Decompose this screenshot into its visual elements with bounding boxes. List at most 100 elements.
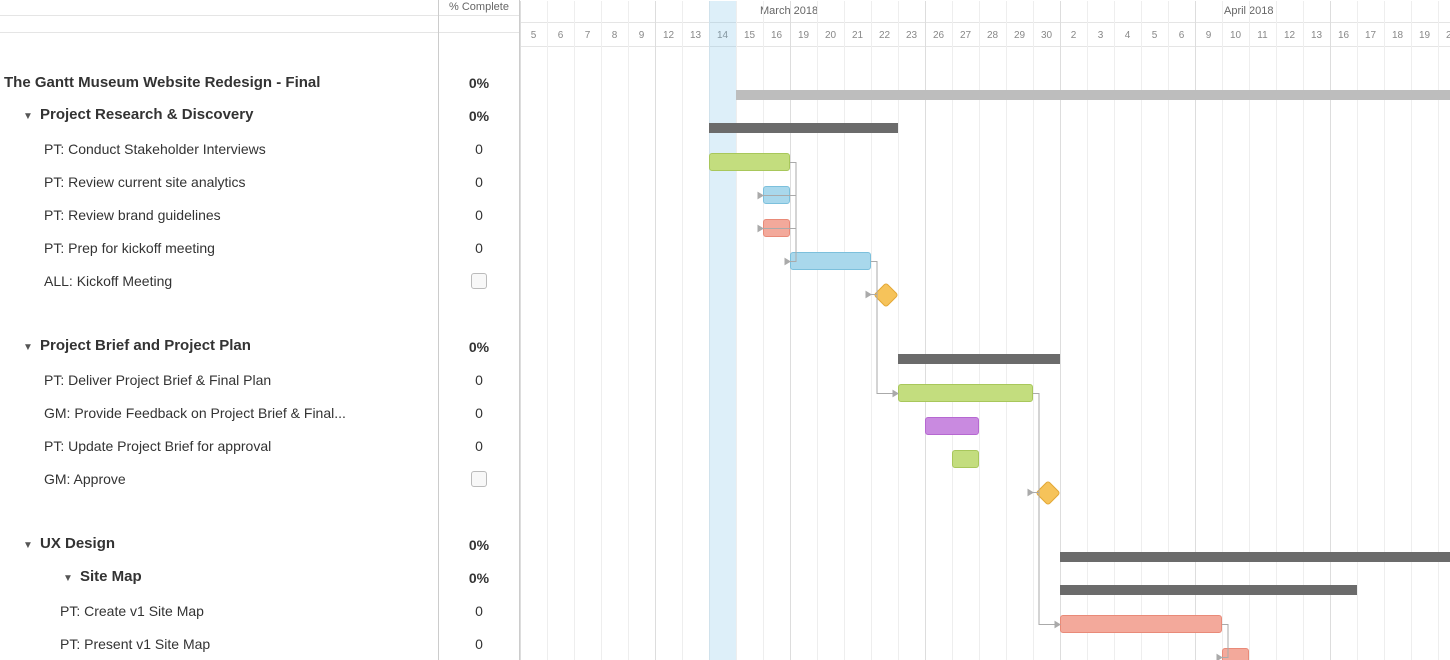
group-row[interactable]: ▼Project Research & Discovery bbox=[0, 99, 438, 132]
collapse-caret-icon[interactable]: ▼ bbox=[60, 571, 76, 587]
task-name-label: PT: Create v1 Site Map bbox=[60, 603, 204, 619]
task-row[interactable]: GM: Approve bbox=[0, 462, 438, 495]
timeline-day-label: 20 bbox=[1438, 23, 1450, 47]
task-name-label: PT: Review current site analytics bbox=[44, 174, 246, 190]
timeline-day-label: 21 bbox=[844, 23, 871, 47]
timeline-day-label: 5 bbox=[520, 23, 547, 47]
task-row[interactable]: PT: Deliver Project Brief & Final Plan bbox=[0, 363, 438, 396]
task-name-label: The Gantt Museum Website Redesign - Fina… bbox=[4, 74, 320, 91]
task-row[interactable]: PT: Present v1 Site Map bbox=[0, 627, 438, 660]
gantt-task-bar[interactable] bbox=[709, 153, 790, 171]
timeline-day-label: 16 bbox=[1330, 23, 1357, 47]
pct-complete-value: 0 bbox=[475, 207, 483, 223]
timeline-day-label: 11 bbox=[1249, 23, 1276, 47]
timeline-day-label: 18 bbox=[1384, 23, 1411, 47]
gantt-task-bar[interactable] bbox=[790, 252, 871, 270]
gantt-summary-bar[interactable] bbox=[736, 90, 1450, 100]
timeline-day-label: 12 bbox=[655, 23, 682, 47]
gantt-milestone[interactable] bbox=[873, 282, 898, 307]
pct-complete-value: 0% bbox=[469, 75, 489, 91]
timeline-day-label: 5 bbox=[1141, 23, 1168, 47]
gantt-task-bar[interactable] bbox=[952, 450, 979, 468]
collapse-caret-icon[interactable]: ▼ bbox=[20, 109, 36, 125]
collapse-caret-icon[interactable]: ▼ bbox=[20, 340, 36, 356]
pct-complete-value: 0 bbox=[475, 372, 483, 388]
timeline-day-label: 4 bbox=[1114, 23, 1141, 47]
timeline-day-label: 29 bbox=[1006, 23, 1033, 47]
gantt-summary-bar[interactable] bbox=[1060, 552, 1450, 562]
timeline-day-label: 6 bbox=[1168, 23, 1195, 47]
timeline-day-label: 9 bbox=[1195, 23, 1222, 47]
timeline-day-label: 22 bbox=[871, 23, 898, 47]
pct-complete-value: 0 bbox=[475, 240, 483, 256]
timeline-day-label: 19 bbox=[1411, 23, 1438, 47]
timeline-day-label: 15 bbox=[736, 23, 763, 47]
task-name-label: UX Design bbox=[40, 535, 115, 552]
timeline-day-label: 8 bbox=[601, 23, 628, 47]
gantt-task-bar[interactable] bbox=[1222, 648, 1249, 660]
timeline-day-label: 20 bbox=[817, 23, 844, 47]
task-name-label: PT: Deliver Project Brief & Final Plan bbox=[44, 372, 271, 388]
pct-complete-value: 0 bbox=[475, 405, 483, 421]
group-row[interactable]: ▼UX Design bbox=[0, 528, 438, 561]
task-name-label: PT: Update Project Brief for approval bbox=[44, 438, 271, 454]
task-name-label: PT: Present v1 Site Map bbox=[60, 636, 210, 652]
task-list-panel: The Gantt Museum Website Redesign - Fina… bbox=[0, 0, 439, 660]
gantt-task-bar[interactable] bbox=[898, 384, 1033, 402]
timeline-day-label: 27 bbox=[952, 23, 979, 47]
task-name-label: PT: Prep for kickoff meeting bbox=[44, 240, 215, 256]
timeline-day-label: 12 bbox=[1276, 23, 1303, 47]
milestone-checkbox[interactable] bbox=[471, 273, 487, 289]
task-name-label: ALL: Kickoff Meeting bbox=[44, 273, 172, 289]
task-row[interactable]: GM: Provide Feedback on Project Brief & … bbox=[0, 396, 438, 429]
timeline-day-label: 28 bbox=[979, 23, 1006, 47]
pct-complete-value: 0 bbox=[475, 174, 483, 190]
group-row[interactable]: ▼Site Map bbox=[0, 561, 438, 594]
timeline-day-label: 23 bbox=[898, 23, 925, 47]
pct-complete-value: 0 bbox=[475, 603, 483, 619]
task-row[interactable]: PT: Create v1 Site Map bbox=[0, 594, 438, 627]
task-row[interactable]: PT: Review current site analytics bbox=[0, 165, 438, 198]
timeline-day-label: 30 bbox=[1033, 23, 1060, 47]
pct-complete-column: % Complete 0%0%00000%0000%0%00 bbox=[439, 0, 520, 660]
task-name-label: PT: Conduct Stakeholder Interviews bbox=[44, 141, 266, 157]
timeline-day-label: 9 bbox=[628, 23, 655, 47]
gantt-timeline[interactable]: March 2018April 2018 5678912131415161920… bbox=[520, 0, 1450, 660]
pct-complete-header: % Complete bbox=[439, 0, 519, 16]
task-row[interactable]: ALL: Kickoff Meeting bbox=[0, 264, 438, 297]
timeline-day-label: 13 bbox=[1303, 23, 1330, 47]
timeline-day-label: 2 bbox=[1060, 23, 1087, 47]
group-row[interactable]: ▼Project Brief and Project Plan bbox=[0, 330, 438, 363]
gantt-summary-bar[interactable] bbox=[898, 354, 1060, 364]
timeline-day-label: 26 bbox=[925, 23, 952, 47]
task-row[interactable]: PT: Review brand guidelines bbox=[0, 198, 438, 231]
gantt-milestone[interactable] bbox=[1035, 480, 1060, 505]
timeline-day-label: 3 bbox=[1087, 23, 1114, 47]
pct-complete-value: 0% bbox=[469, 108, 489, 124]
pct-complete-value: 0 bbox=[475, 636, 483, 652]
task-name-label: GM: Approve bbox=[44, 471, 126, 487]
milestone-checkbox[interactable] bbox=[471, 471, 487, 487]
gantt-task-bar[interactable] bbox=[925, 417, 979, 435]
task-row[interactable]: PT: Prep for kickoff meeting bbox=[0, 231, 438, 264]
timeline-day-label: 6 bbox=[547, 23, 574, 47]
task-row[interactable]: PT: Update Project Brief for approval bbox=[0, 429, 438, 462]
timeline-day-label: 13 bbox=[682, 23, 709, 47]
task-name-label: PT: Review brand guidelines bbox=[44, 207, 221, 223]
timeline-day-label: 16 bbox=[763, 23, 790, 47]
pct-complete-value: 0% bbox=[469, 570, 489, 586]
task-name-label: Site Map bbox=[80, 568, 142, 585]
pct-complete-value: 0% bbox=[469, 339, 489, 355]
pct-complete-value: 0 bbox=[475, 141, 483, 157]
collapse-caret-icon[interactable]: ▼ bbox=[20, 538, 36, 554]
task-row[interactable]: PT: Conduct Stakeholder Interviews bbox=[0, 132, 438, 165]
gantt-task-bar[interactable] bbox=[1060, 615, 1222, 633]
gantt-task-bar[interactable] bbox=[763, 219, 790, 237]
gantt-task-bar[interactable] bbox=[763, 186, 790, 204]
pct-complete-value: 0% bbox=[469, 537, 489, 553]
gantt-summary-bar[interactable] bbox=[709, 123, 898, 133]
timeline-day-label: 10 bbox=[1222, 23, 1249, 47]
task-name-label: Project Brief and Project Plan bbox=[40, 337, 251, 354]
gantt-summary-bar[interactable] bbox=[1060, 585, 1357, 595]
project-title-row[interactable]: The Gantt Museum Website Redesign - Fina… bbox=[0, 66, 438, 99]
